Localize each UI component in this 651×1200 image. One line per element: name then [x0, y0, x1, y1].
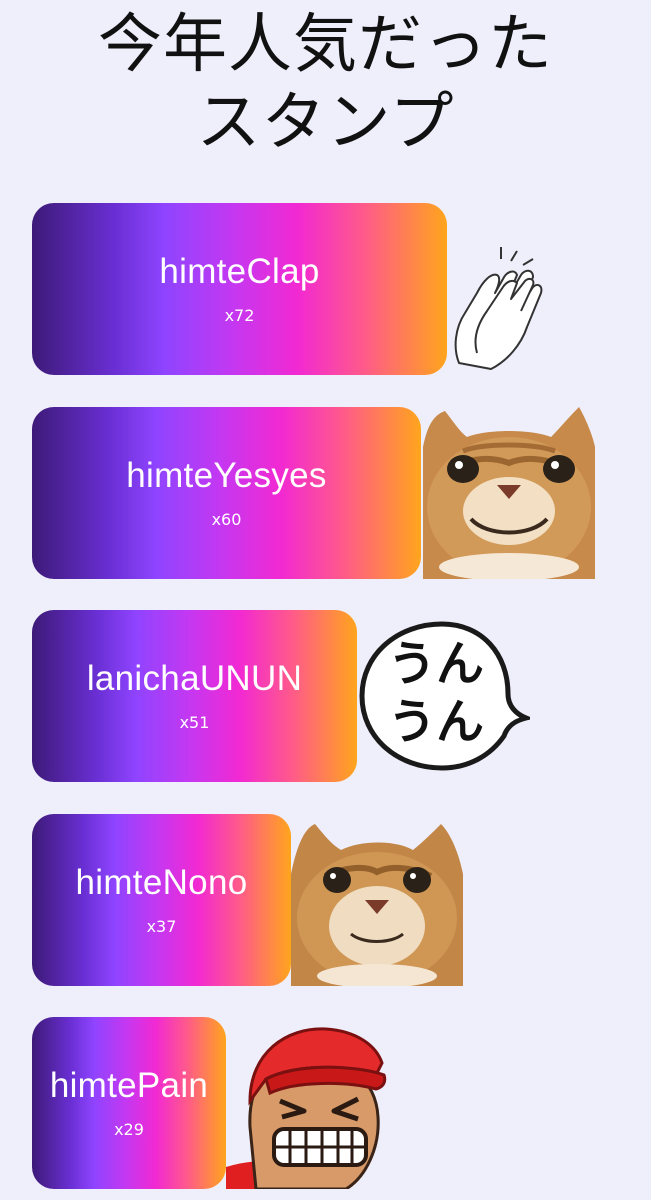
- cat-face-closeup-icon: [291, 814, 463, 986]
- stamp-name: himteClap: [159, 252, 320, 291]
- stamp-bar: himtePain x29: [32, 1017, 226, 1189]
- stamp-bar: himteClap x72: [32, 203, 447, 375]
- stamp-count: x51: [179, 713, 210, 732]
- bubble-text-line-2: うん: [388, 694, 484, 750]
- page-title-line-2: スタンプ: [196, 86, 455, 160]
- stamp-bar: himteNono x37: [32, 814, 291, 986]
- stamp-bar: lanichaUNUN x51: [32, 610, 357, 782]
- stamp-count: x29: [114, 1120, 144, 1139]
- stamp-name: himteNono: [75, 863, 248, 902]
- page-title: 今年人気だった スタンプ: [0, 6, 651, 162]
- clapping-hands-icon: [447, 203, 547, 375]
- stamp-name: lanichaUNUN: [86, 659, 303, 698]
- smiling-cat-icon: [423, 407, 595, 579]
- page: { "title": { "line1": "今年人気だった", "line2"…: [0, 0, 651, 1200]
- page-title-line-1: 今年人気だった: [98, 8, 553, 82]
- stamp-name: himtePain: [49, 1066, 209, 1105]
- bubble-text-line-1: うん: [388, 636, 484, 692]
- grimacing-man-red-cap-icon: [226, 1017, 398, 1189]
- stamp-count: x37: [146, 917, 177, 936]
- stamp-count: x60: [211, 510, 242, 529]
- stamp-count: x72: [224, 306, 255, 325]
- stamp-bar: himteYesyes x60: [32, 407, 421, 579]
- stamp-name: himteYesyes: [126, 456, 327, 495]
- speech-bubble-unun-icon: うん うん: [358, 610, 530, 782]
